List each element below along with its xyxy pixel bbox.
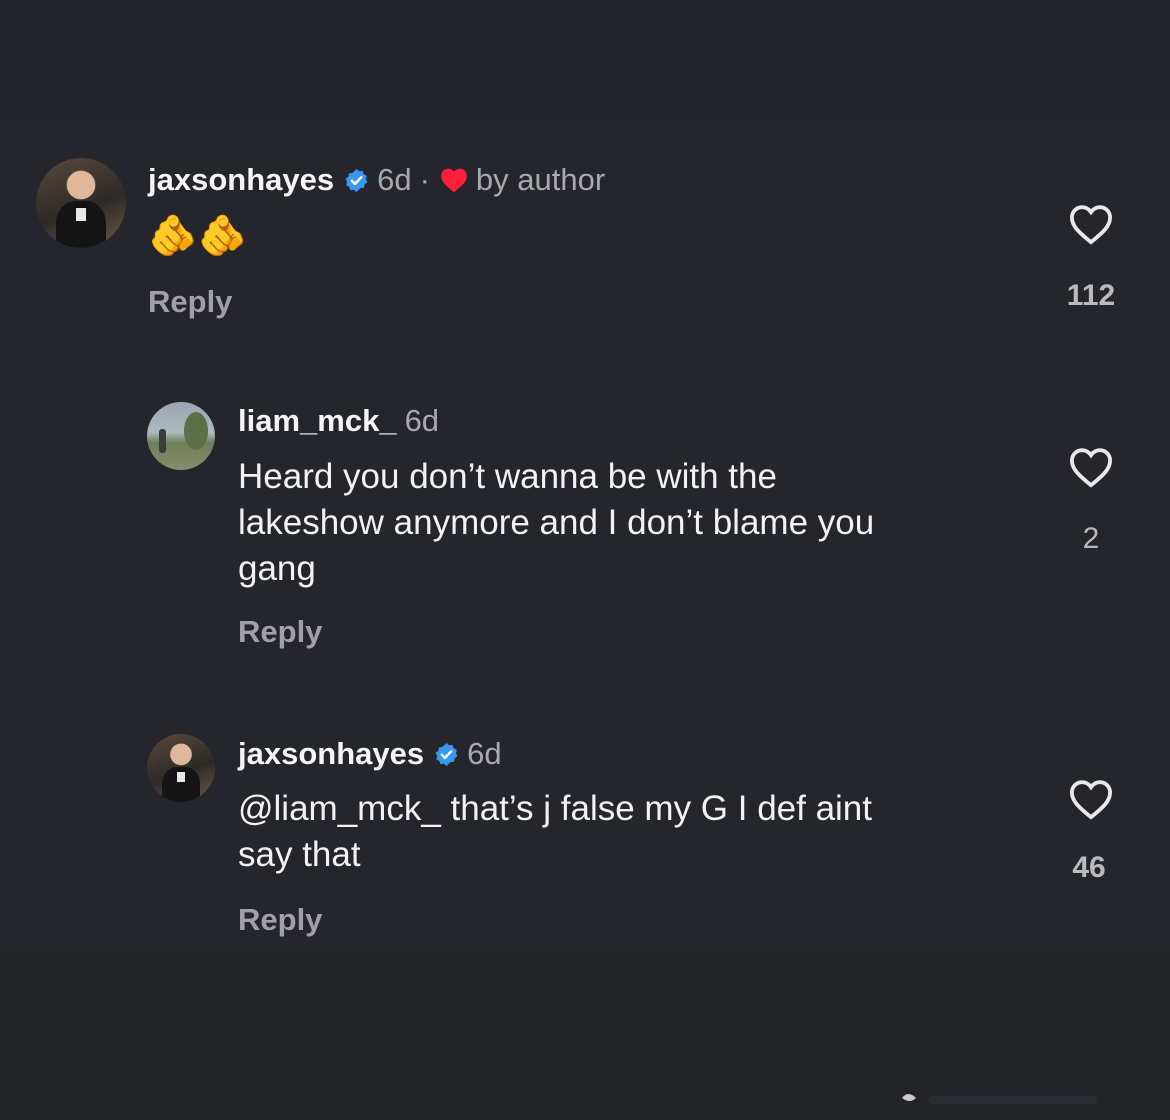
comment-text: Heard you don’t wanna be with the lakesh… <box>238 454 1038 592</box>
comment-line: gang <box>238 549 316 588</box>
comment-text: @liam_mck_ that’s j false my G I def ain… <box>238 786 1038 878</box>
avatar-figure <box>159 429 167 453</box>
username[interactable]: jaxsonhayes <box>148 162 334 198</box>
comments-screen: jaxsonhayes 6d · by author 🫵🫵 Reply 112 … <box>0 0 1170 1120</box>
username[interactable]: jaxsonhayes <box>238 736 424 772</box>
comment-header: jaxsonhayes 6d · by author <box>148 162 605 198</box>
comment-line: say that <box>238 835 361 874</box>
reply-button[interactable]: Reply <box>238 614 322 650</box>
reply-button[interactable]: Reply <box>148 284 232 320</box>
avatar[interactable] <box>36 158 126 248</box>
verified-badge-icon <box>435 742 458 766</box>
heart-outline-icon[interactable] <box>1068 778 1114 820</box>
comment-text: 🫵🫵 <box>148 214 248 258</box>
verified-badge-icon <box>345 168 368 192</box>
comment-header: jaxsonhayes 6d <box>238 736 502 772</box>
avatar[interactable] <box>147 402 215 470</box>
comment-line: Heard you don’t wanna be with the <box>238 457 777 496</box>
like-count: 2 <box>1082 522 1100 555</box>
top-area <box>0 0 1170 120</box>
watermark-logo <box>902 1094 1098 1104</box>
reply-button[interactable]: Reply <box>238 902 322 938</box>
avatar-bowtie <box>74 203 88 209</box>
author-badge: by author <box>475 162 606 197</box>
avatar-tree <box>184 412 209 450</box>
like-count: 46 <box>1072 851 1106 884</box>
comment-line: @liam_mck_ that’s j false my G I def ain… <box>238 789 872 828</box>
timestamp: 6d <box>377 162 412 197</box>
username[interactable]: liam_mck_ <box>238 403 397 439</box>
separator: · <box>419 162 430 197</box>
avatar-bowtie <box>176 768 186 773</box>
heart-outline-icon[interactable] <box>1068 203 1114 245</box>
timestamp: 6d <box>467 736 502 771</box>
comment-header: liam_mck_ 6d <box>238 403 439 439</box>
like-count: 112 <box>1066 279 1116 312</box>
timestamp: 6d <box>404 403 440 438</box>
heart-filled-icon <box>441 168 467 193</box>
heart-outline-icon[interactable] <box>1068 446 1114 488</box>
comment-line: lakeshow anymore and I don’t blame you <box>238 503 875 542</box>
avatar[interactable] <box>147 734 215 802</box>
